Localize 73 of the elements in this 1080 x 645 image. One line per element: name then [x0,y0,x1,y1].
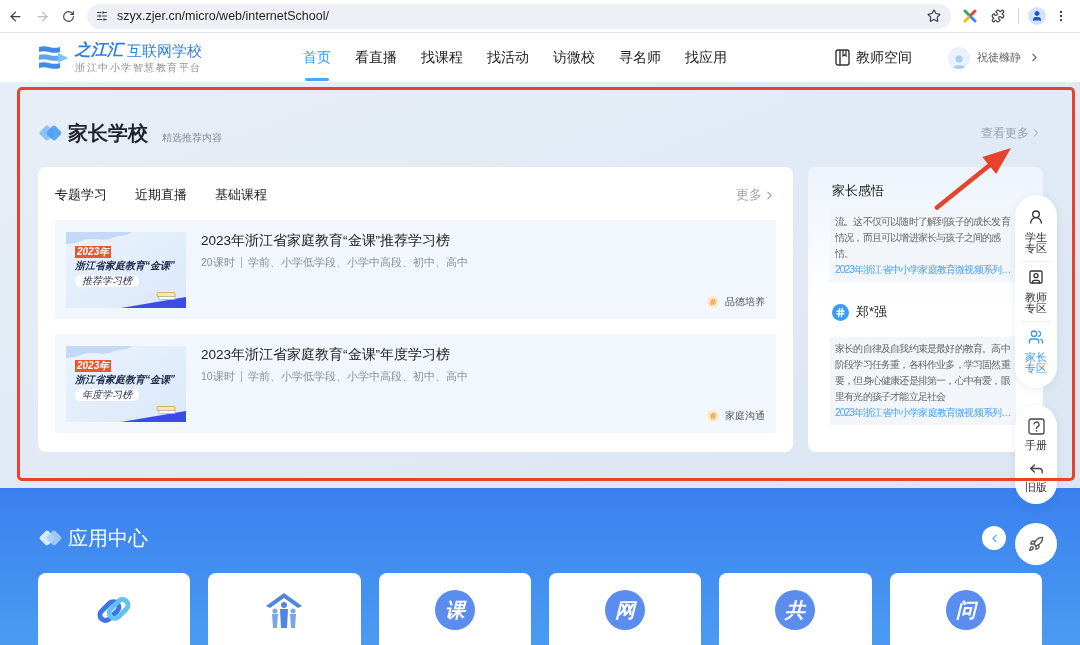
user-square-icon [1028,269,1044,285]
diamond-icon [38,124,63,142]
course-grades: 学前、小学低学段、小学中高段、初中、高中 [247,370,468,383]
content-tab[interactable]: 近期直播 [135,185,187,205]
address-bar[interactable]: szyx.zjer.cn/micro/web/internetSchool/ [87,3,951,29]
site-tagline: 浙江中小学智慧教育平台 [75,63,202,73]
people-icon [1028,329,1044,345]
nav-tab[interactable]: 寻名师 [619,33,661,82]
user-menu[interactable]: 祝徒橼静 [948,46,1041,69]
ranking-label: 年度学习榜 [75,389,139,401]
tool-button[interactable]: 旧版 [1025,460,1047,493]
course-tag: 品德培养 [725,296,765,308]
wave-shape-icon [66,346,132,358]
course-item[interactable]: 2023年 浙江省家庭教育“金课” 年度学习榜 2023年浙江省家庭教育“金课”年度学习榜 10课时 学前、小学低学段、小学中高段、初中、高中 家庭沟通 [55,334,776,433]
course-item[interactable]: 2023年 浙江省家庭教育“金课” 推荐学习榜 2023年浙江省家庭教育“金课”推荐学习榜 20课时 学前、小学低学段、小学中高段、初中、高中 品德培养 [55,220,776,319]
extensions-icon[interactable] [991,9,1005,23]
hashtag-avatar-icon [832,303,849,321]
avatar-icon [948,46,970,69]
nav-tab[interactable]: 找应用 [685,33,727,82]
person-icon [1028,209,1044,225]
notebook-icon [835,49,850,66]
course-tag: 家庭沟通 [725,410,765,422]
nav-tab[interactable]: 找课程 [421,33,463,82]
thumbnail-headline: 浙江省家庭教育“金课” [75,260,175,272]
ranking-label: 推荐学习榜 [75,275,139,287]
hashtag-icon [707,410,719,422]
nav-tab[interactable]: 看直播 [355,33,397,82]
section-subtitle: 精选推荐内容 [162,130,222,145]
thumbnail-headline: 浙江省家庭教育“金课” [75,374,175,386]
year-tag: 2023年 [75,246,112,258]
section-title: 应用中心 [68,528,148,548]
bookmark-star-icon[interactable] [927,9,941,23]
year-tag: 2023年 [75,360,112,372]
app-card[interactable] [208,573,361,645]
extension-icon[interactable] [963,9,977,23]
course-title: 2023年浙江省家庭教育“金课”年度学习榜 [201,347,451,363]
app-logo: 网 [605,590,646,630]
site-name: 互联网学校 [127,43,202,58]
zone-button[interactable]: 学生专区 [1025,202,1047,261]
reload-icon[interactable] [62,9,75,23]
app-card[interactable] [38,573,191,645]
diamond-icon [38,529,63,547]
url-text: szyx.zjer.cn/micro/web/internetSchool/ [117,9,329,23]
course-hours: 10课时 [201,370,235,383]
back-icon[interactable] [8,8,23,24]
brand-name: 之江汇 [75,42,123,58]
teacher-space-button[interactable]: 教师空间 [835,47,912,68]
reflection-text: 流。这不仅可以随时了解到孩子的成长发育情况，而且可以增进家长与孩子之间的感情。 [835,215,1011,261]
help-icon [1027,418,1045,435]
tool-button[interactable]: 手册 [1025,418,1047,451]
ramp-book-drawing [121,406,186,422]
ramp-book-drawing [121,292,186,308]
reflection-text: 家长的自律及自我约束是最好的教育。高中阶段学习任务重，各科作业多，学习固然重要，但身心健康还是排第一，心中有爱，眼里有光的孩子才能立足社会 [835,342,1011,404]
rocket-icon [1028,536,1044,552]
content-tab[interactable]: 基础课程 [215,185,267,205]
app-logo: 课 [434,590,475,630]
course-grades: 学前、小学低学段、小学中高段、初中、高中 [247,256,468,269]
course-title: 2023年浙江省家庭教育“金课”推荐学习榜 [201,233,451,249]
profile-icon[interactable] [1028,7,1046,25]
author-name: 郑*强 [856,303,888,322]
hashtag-icon [707,296,719,308]
card-title: 家长感悟 [832,183,884,199]
content-tab[interactable]: 专题学习 [55,185,107,205]
app-logo: 共 [775,590,816,630]
logo-icon [38,43,69,72]
nav-tab[interactable]: 访微校 [553,33,595,82]
wave-shape-icon [66,232,132,244]
app-logo: 问 [945,590,986,630]
site-settings-icon[interactable] [96,10,108,22]
course-hours: 20课时 [201,256,235,269]
section-title: 家长学校 [68,123,148,143]
zone-button[interactable]: 教师专区 [1025,262,1047,321]
nav-tab[interactable]: 找活动 [487,33,529,82]
